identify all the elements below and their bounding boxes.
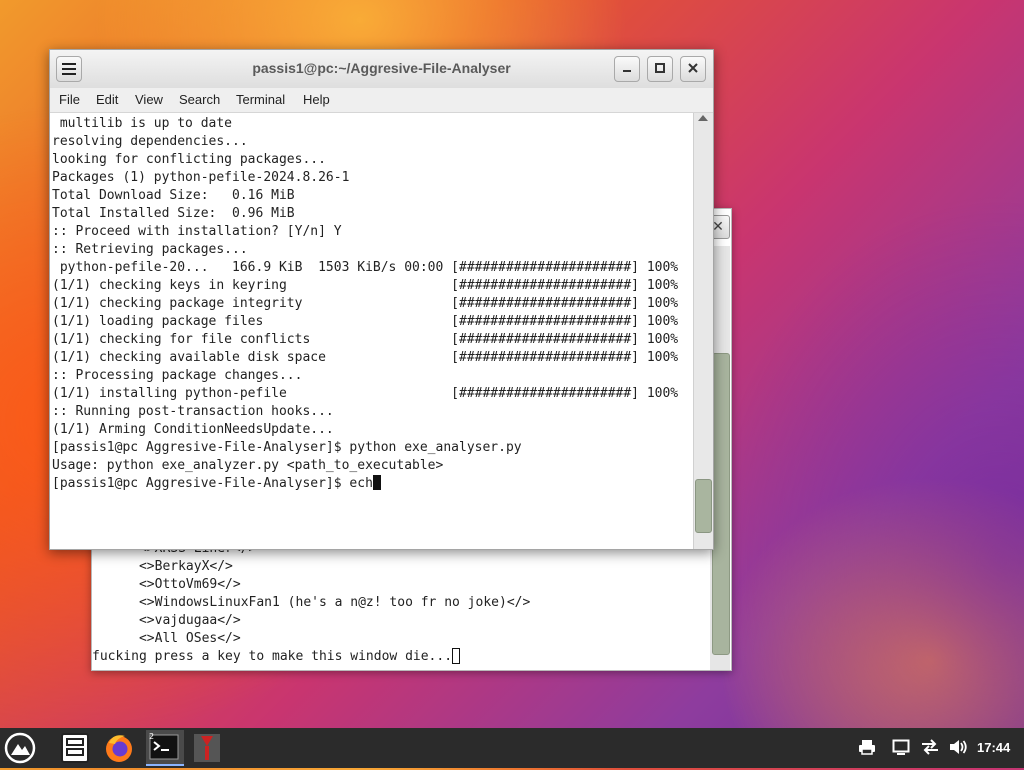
terminal-window[interactable]: passis1@pc:~/Aggresive-File-Analyser Fil… (49, 49, 714, 550)
display-icon (892, 739, 910, 755)
file-manager-icon (61, 733, 89, 763)
prompt-text: fucking press a key to make this window … (92, 649, 453, 664)
menu-file[interactable]: File (59, 92, 80, 107)
terminal-line: <>OttoVm69</> (92, 577, 241, 592)
menubar: File Edit View Search Terminal Help (50, 88, 713, 113)
file-manager-button[interactable] (57, 730, 95, 766)
terminal-output: <>XRSS Liner</> <>BerkayX</> <>OttoVm69<… (92, 540, 530, 666)
minimize-icon (623, 70, 631, 72)
terminal-prompt-line[interactable]: [passis1@pc Aggresive-File-Analyser]$ ec… (52, 475, 692, 493)
close-icon (688, 63, 698, 73)
terminal-line: :: Proceed with installation? [Y/n] Y (52, 224, 342, 239)
display-button[interactable] (892, 738, 910, 760)
scrollbar[interactable] (693, 113, 713, 549)
maximize-icon (655, 63, 665, 73)
terminal-line: (1/1) Arming ConditionNeedsUpdate... (52, 422, 334, 437)
terminal-line: (1/1) checking keys in keyring [########… (52, 278, 679, 293)
menu-help[interactable]: Help (303, 92, 330, 107)
cursor (372, 475, 381, 490)
taskbar: 2 17:44 (0, 728, 1024, 768)
network-button[interactable] (920, 738, 940, 760)
menu-terminal[interactable]: Terminal (236, 92, 285, 107)
terminal-line: [passis1@pc Aggresive-File-Analyser]$ py… (52, 440, 522, 455)
scrollbar-thumb[interactable] (712, 353, 730, 655)
clock[interactable]: 17:44 (977, 740, 1010, 755)
window-count-badge: 2 (149, 732, 155, 741)
terminal-line: resolving dependencies... (52, 134, 248, 149)
menu-edit[interactable]: Edit (96, 92, 118, 107)
app-icon (194, 734, 220, 762)
terminal-line: <>vajdugaa</> (92, 613, 241, 628)
terminal-prompt-line[interactable]: fucking press a key to make this window … (92, 648, 530, 666)
terminal-line: looking for conflicting packages... (52, 152, 326, 167)
launcher-icon (4, 732, 36, 764)
cursor (452, 648, 461, 664)
terminal-line: <>All OSes</> (92, 631, 241, 646)
volume-button[interactable] (948, 738, 968, 760)
terminal-line: (1/1) installing python-pefile [########… (52, 386, 679, 401)
terminal-line: <>WindowsLinuxFan1 (he's a n@z! too fr n… (92, 595, 531, 610)
app-button[interactable] (189, 730, 227, 766)
printer-button[interactable] (858, 738, 876, 760)
printer-icon (859, 740, 875, 755)
terminal-line: :: Retrieving packages... (52, 242, 248, 257)
prompt-text: [passis1@pc Aggresive-File-Analyser]$ ec… (52, 476, 373, 491)
network-icon (922, 739, 938, 755)
terminal-line: <>BerkayX</> (92, 559, 233, 574)
menu-view[interactable]: View (135, 92, 163, 107)
menu-search[interactable]: Search (179, 92, 220, 107)
maximize-button[interactable] (647, 56, 673, 82)
terminal-line: :: Running post-transaction hooks... (52, 404, 334, 419)
terminal-line: Total Installed Size: 0.96 MiB (52, 206, 295, 221)
terminal-line: (1/1) checking for file conflicts [#####… (52, 332, 679, 347)
terminal-line: python-pefile-20... 166.9 KiB 1503 KiB/s… (52, 260, 679, 275)
terminal-output[interactable]: multilib is up to date resolving depende… (52, 115, 692, 547)
terminal-line: :: Processing package changes... (52, 368, 303, 383)
scroll-up-arrow-icon[interactable] (698, 115, 708, 121)
launcher-button[interactable] (2, 730, 40, 766)
terminal-line: multilib is up to date (52, 116, 233, 131)
scrollbar-thumb[interactable] (695, 479, 712, 533)
terminal-line: (1/1) checking package integrity [######… (52, 296, 679, 311)
close-button[interactable] (680, 56, 706, 82)
terminal-line: (1/1) loading package files [###########… (52, 314, 679, 329)
terminal-task-button[interactable]: 2 (146, 730, 184, 766)
firefox-button[interactable] (101, 730, 139, 766)
titlebar[interactable]: passis1@pc:~/Aggresive-File-Analyser (50, 50, 713, 89)
volume-icon (950, 740, 967, 754)
firefox-icon (106, 735, 132, 762)
terminal-line: Usage: python exe_analyzer.py <path_to_e… (52, 458, 444, 473)
minimize-button[interactable] (614, 56, 640, 82)
terminal-line: (1/1) checking available disk space [###… (52, 350, 679, 365)
terminal-line: Total Download Size: 0.16 MiB (52, 188, 295, 203)
terminal-line: Packages (1) python-pefile-2024.8.26-1 (52, 170, 350, 185)
